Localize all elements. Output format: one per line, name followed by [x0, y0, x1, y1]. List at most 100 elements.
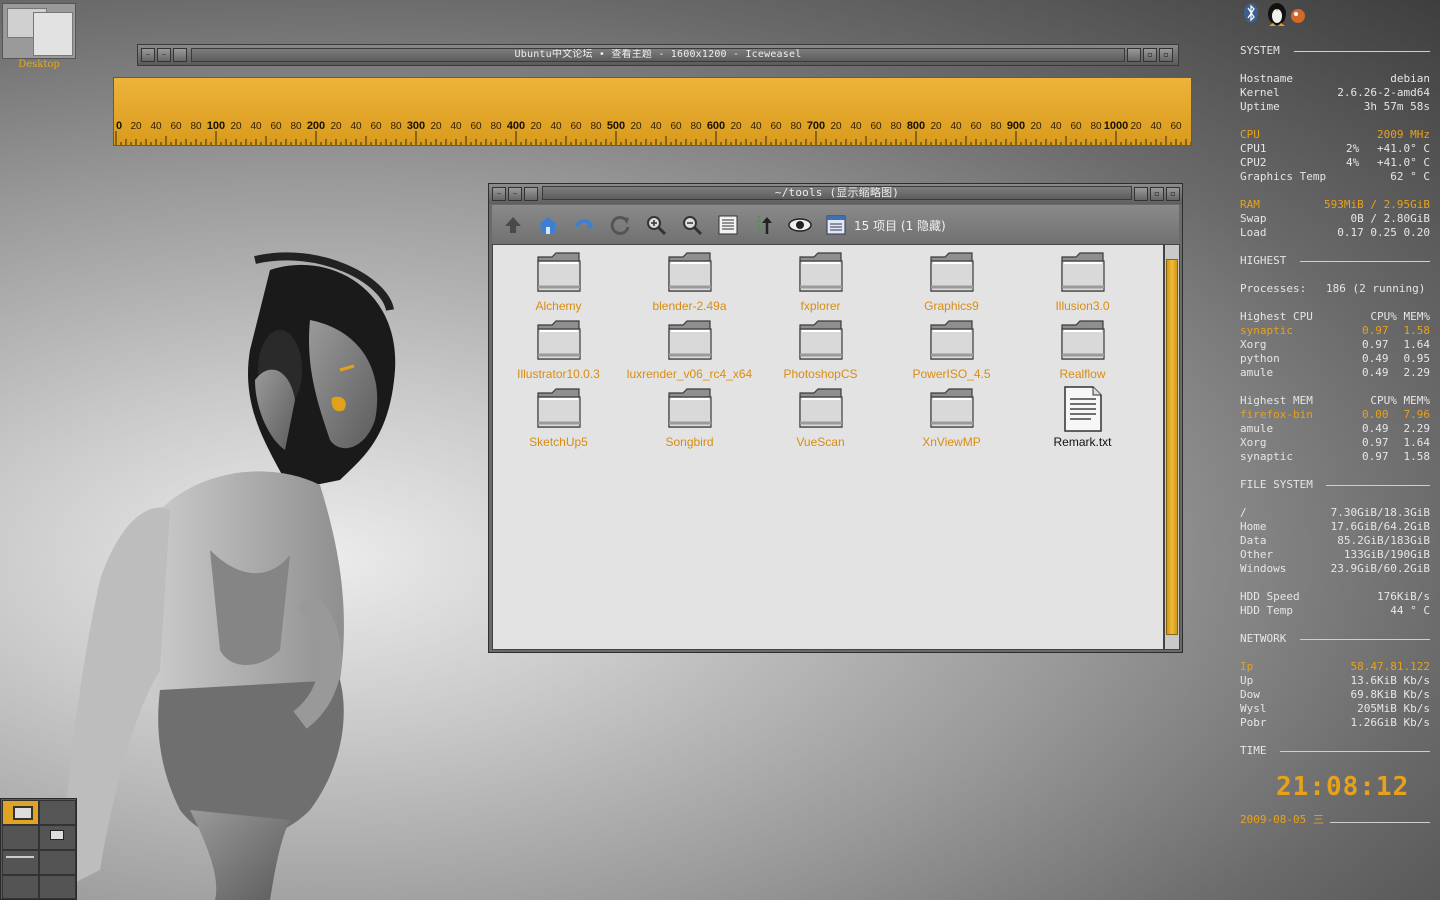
folder-icon [493, 317, 624, 365]
processes-label: Processes: [1240, 282, 1307, 295]
ruler-minor-label: 40 [950, 121, 962, 132]
ruler-minor-label: 60 [1070, 121, 1082, 132]
window-menu-button[interactable]: – [141, 48, 155, 62]
workspace-5[interactable] [2, 850, 39, 875]
gpu-temp-value: 62 ° C [1390, 170, 1430, 183]
minimize-button[interactable]: – [157, 48, 171, 62]
zoom-in-icon[interactable] [644, 213, 668, 237]
folder-item[interactable]: fxplorer [755, 249, 886, 313]
ruler-minor-label: 60 [570, 121, 582, 132]
folder-item[interactable]: PhotoshopCS [755, 317, 886, 381]
shade-button[interactable] [524, 187, 538, 201]
ip-value: 58.47.81.122 [1350, 660, 1430, 673]
maximize-button[interactable]: ▫ [1143, 48, 1157, 62]
window-menu-button[interactable]: – [492, 187, 506, 201]
vertical-scrollbar[interactable] [1164, 244, 1180, 650]
folder-item[interactable]: XnViewMP [886, 385, 1017, 449]
reload-icon[interactable] [608, 213, 632, 237]
close-button[interactable]: ▫ [1166, 187, 1180, 201]
file-name-label: Realflow [1059, 367, 1106, 381]
file-manager-titlebar[interactable]: – – ~/tools (显示缩略图) ▫ ▫ [489, 184, 1182, 204]
minimize-button[interactable]: – [508, 187, 522, 201]
folder-item[interactable]: Illustrator10.0.3 [493, 317, 624, 381]
ruler-major-label: 200 [307, 120, 325, 132]
workspace-7[interactable] [2, 875, 39, 899]
folder-item[interactable]: VueScan [755, 385, 886, 449]
processes-value: 186 (2 running) [1326, 282, 1426, 295]
folder-icon [755, 249, 886, 297]
process-row: synaptic 0.97 1.58 [1240, 450, 1430, 464]
file-name-label: Remark.txt [1053, 435, 1112, 449]
gpu-temp-row: Graphics Temp 62 ° C [1240, 170, 1430, 184]
uptime-label: Uptime [1240, 100, 1280, 113]
file-manager-window[interactable]: – – ~/tools (显示缩略图) ▫ ▫ 15 项目 (1 隐藏) Alc… [488, 183, 1183, 653]
zoom-out-icon[interactable] [680, 213, 704, 237]
file-view[interactable]: Alchemy blender-2.49a fxplorer Graphics9 Ill… [492, 244, 1164, 650]
window-title: Ubuntu中文论坛 • 查看主题 - 1600x1200 - Icewease… [191, 48, 1125, 62]
section-divider [1300, 261, 1430, 262]
folder-icon [493, 385, 624, 433]
folder-item[interactable]: PowerISO_4.5 [886, 317, 1017, 381]
folder-icon [886, 249, 1017, 297]
folder-item[interactable]: Songbird [624, 385, 755, 449]
received-total-label: Pobr [1240, 716, 1267, 729]
filesystem-row: Data 85.2GiB/183GiB [1240, 534, 1430, 548]
kernel-row: Kernel 2.6.26-2-amd64 [1240, 86, 1430, 100]
list-view-icon[interactable] [716, 213, 740, 237]
workspace-1[interactable] [2, 800, 39, 825]
maximize-button[interactable]: ▫ [1150, 187, 1164, 201]
cpu2-usage: 4% [1346, 156, 1360, 169]
folder-icon [624, 249, 755, 297]
folder-item[interactable]: SketchUp5 [493, 385, 624, 449]
workspace-pager[interactable] [0, 798, 77, 900]
back-icon[interactable] [572, 213, 596, 237]
workspace-4[interactable] [39, 825, 76, 850]
ruler-minor-label: 40 [450, 121, 462, 132]
layer-button[interactable] [1134, 187, 1148, 201]
section-divider [1280, 751, 1430, 752]
up-icon[interactable] [501, 213, 525, 237]
cpu1-temp: +41.0° C [1377, 142, 1430, 155]
workspace-2[interactable] [39, 800, 76, 825]
browser-window-titlebar[interactable]: – – Ubuntu中文论坛 • 查看主题 - 1600x1200 - Icew… [137, 44, 1179, 66]
folder-item[interactable]: Illusion3.0 [1017, 249, 1148, 313]
file-manager-title: ~/tools (显示缩略图) [542, 186, 1132, 200]
sort-icon[interactable] [752, 213, 776, 237]
workspace-3[interactable] [2, 825, 39, 850]
folder-item[interactable]: luxrender_v06_rc4_x64 [624, 317, 755, 381]
process-name: synaptic [1240, 324, 1293, 337]
ruler-minor-label: 40 [1050, 121, 1062, 132]
folder-item[interactable]: blender-2.49a [624, 249, 755, 313]
hdd-temp-label: HDD Temp [1240, 604, 1293, 617]
workspace-6[interactable] [39, 850, 76, 875]
scrollbar-thumb[interactable] [1166, 259, 1178, 635]
desktop-thumbnail[interactable] [2, 3, 76, 59]
file-item[interactable]: Remark.txt [1017, 385, 1148, 449]
ruler-minor-label: 20 [530, 121, 542, 132]
workspace-8[interactable] [39, 875, 76, 899]
filesystem-row: Other 133GiB/190GiB [1240, 548, 1430, 562]
home-icon[interactable] [536, 213, 560, 237]
hdd-speed-row: HDD Speed 176KiB/s [1240, 590, 1430, 604]
close-button[interactable]: ▫ [1159, 48, 1173, 62]
folder-icon [755, 317, 886, 365]
show-hidden-icon[interactable] [788, 213, 812, 237]
folder-item[interactable]: Alchemy [493, 249, 624, 313]
wallpaper-figure [60, 252, 396, 900]
layer-button[interactable] [1127, 48, 1141, 62]
details-view-icon[interactable] [824, 213, 848, 237]
download-row: Dow 69.8KiB Kb/s [1240, 688, 1430, 702]
ruler-minor-label: 20 [630, 121, 642, 132]
folder-item[interactable]: Realflow [1017, 317, 1148, 381]
process-cpu: 0.00 [1362, 408, 1389, 421]
screen-ruler[interactable]: 0 20 40 60 80 100 20 40 60 80 200 20 40 60 80 300 20 40 60… [113, 77, 1192, 146]
shade-button[interactable] [173, 48, 187, 62]
ruler-minor-label: 80 [290, 121, 302, 132]
section-divider [1294, 51, 1430, 52]
file-name-label: Graphics9 [924, 299, 979, 313]
folder-item[interactable]: Graphics9 [886, 249, 1017, 313]
file-name-label: Alchemy [535, 299, 582, 313]
process-cpu: 0.97 [1362, 324, 1389, 337]
process-cpu: 0.49 [1362, 422, 1389, 435]
item-count-status: 15 项目 (1 隐藏) [854, 219, 946, 233]
